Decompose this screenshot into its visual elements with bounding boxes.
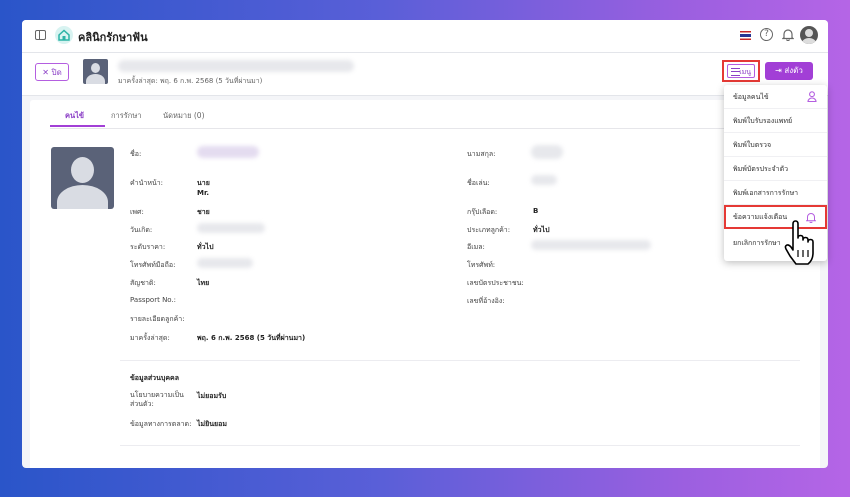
hamburger-icon <box>731 68 740 76</box>
mobile-redacted <box>197 258 253 268</box>
tab-bar: คนไข้ การรักษา นัดหมาย (0) <box>50 106 800 129</box>
person-icon <box>807 91 817 102</box>
app-title: คลินิกรักษาฟัน <box>78 31 148 44</box>
nationality-value: ไทย <box>197 279 210 287</box>
last-visit-text: มาครั้งล่าสุด: พฤ. 6 ก.พ. 2568 (5 วันที่… <box>118 77 263 85</box>
clinic-logo-icon <box>55 26 73 44</box>
menu-button[interactable]: เมนู <box>727 64 755 78</box>
menu-button-highlight[interactable]: เมนู <box>722 60 760 82</box>
privacy-value: ไม่ยอมรับ <box>197 392 227 400</box>
patient-name-redacted <box>118 60 354 72</box>
blood-group-value: B <box>533 207 539 215</box>
field-label: โทรศัพท์มือถือ: <box>130 261 176 269</box>
menu-item-medical-cert[interactable]: พิมพ์ใบรับรองแพทย์ <box>724 109 827 133</box>
field-label: เพศ: <box>130 208 144 216</box>
menu-item-label: ข้อความแจ้งเตือน <box>733 213 788 221</box>
active-tab-indicator <box>50 125 105 127</box>
email-redacted <box>531 240 651 250</box>
top-bar: คลินิกรักษาฟัน ? <box>22 20 828 53</box>
tab-treatment[interactable]: การรักษา <box>111 110 142 122</box>
field-label: ชื่อ: <box>130 150 142 158</box>
field-label: ข้อมูลทางการตลาด: <box>130 420 192 428</box>
close-icon: ✕ <box>42 68 49 77</box>
app-window: คลินิกรักษาฟัน ? ✕ ปิด มาครั้งล่าสุด: พฤ… <box>22 20 828 468</box>
field-label: มาครั้งล่าสุด: <box>130 334 170 342</box>
field-label: รายละเอียดลูกค้า: <box>130 315 185 323</box>
field-label: กรุ๊ปเลือด: <box>467 208 498 216</box>
field-label: Passport No.: <box>130 296 177 304</box>
field-label: นโยบายความเป็น ส่วนตัว: <box>130 391 184 408</box>
menu-item-id-card[interactable]: พิมพ์บัตรประจำตัว <box>724 157 827 181</box>
section-divider <box>120 360 800 361</box>
hand-pointer-cursor-icon <box>784 220 814 265</box>
field-label: นามสกุล: <box>467 150 496 158</box>
menu-label: เมนู <box>739 68 751 76</box>
user-avatar[interactable] <box>800 26 818 44</box>
field-label: โทรศัพท์: <box>467 261 496 269</box>
patient-photo <box>51 147 114 209</box>
send-referral-button[interactable]: ⇥ ส่งตัว <box>765 62 813 80</box>
marketing-value: ไม่ยินยอม <box>197 420 227 428</box>
field-label: เลขบัตรประชาชน: <box>467 279 524 287</box>
patient-detail-card: คนไข้ การรักษา นัดหมาย (0) ชื่อ: คำนำหน้… <box>30 100 820 468</box>
field-label: เลขที่อ้างอิง: <box>467 297 505 305</box>
menu-item-label: ข้อมูลคนไข้ <box>733 93 769 101</box>
field-label: ประเภทลูกค้า: <box>467 226 511 234</box>
section-divider <box>120 445 800 446</box>
gender-value: ชาย <box>197 208 210 216</box>
menu-item-exam-sheet[interactable]: พิมพ์ใบตรวจ <box>724 133 827 157</box>
patient-avatar <box>83 59 108 84</box>
thai-flag-icon[interactable] <box>740 31 751 40</box>
price-level-value: ทั่วไป <box>197 243 214 251</box>
sidebar-toggle-icon[interactable] <box>35 30 46 40</box>
notification-bell-icon[interactable] <box>782 28 794 41</box>
tab-patient[interactable]: คนไข้ <box>65 110 84 122</box>
field-label: ระดับราคา: <box>130 243 166 251</box>
tab-appointments[interactable]: นัดหมาย (0) <box>163 110 205 122</box>
last-name-redacted <box>531 145 563 159</box>
title-value: นาย Mr. <box>197 179 210 197</box>
field-label: คำนำหน้า: <box>130 179 164 187</box>
close-label: ปิด <box>51 68 62 77</box>
field-label: อีเมล: <box>467 243 485 251</box>
personal-section-title: ข้อมูลส่วนบุคคล <box>130 374 179 382</box>
patient-header: ✕ ปิด มาครั้งล่าสุด: พฤ. 6 ก.พ. 2568 (5 … <box>22 53 828 96</box>
customer-type-value: ทั่วไป <box>533 226 550 234</box>
nickname-redacted <box>531 175 557 185</box>
menu-item-treatment-docs[interactable]: พิมพ์เอกสารการรักษา <box>724 181 827 205</box>
send-label: ส่งตัว <box>784 66 803 75</box>
field-label: วันเกิด: <box>130 226 153 234</box>
first-name-redacted <box>197 146 259 158</box>
send-icon: ⇥ <box>775 66 782 75</box>
close-button[interactable]: ✕ ปิด <box>35 63 69 81</box>
field-label: สัญชาติ: <box>130 279 156 287</box>
birthdate-redacted <box>197 223 265 233</box>
menu-item-patient-info[interactable]: ข้อมูลคนไข้ <box>724 85 827 109</box>
last-visit-value: พฤ. 6 ก.พ. 2568 (5 วันที่ผ่านมา) <box>197 334 306 342</box>
field-label: ชื่อเล่น: <box>467 179 490 187</box>
help-icon[interactable]: ? <box>760 28 773 41</box>
